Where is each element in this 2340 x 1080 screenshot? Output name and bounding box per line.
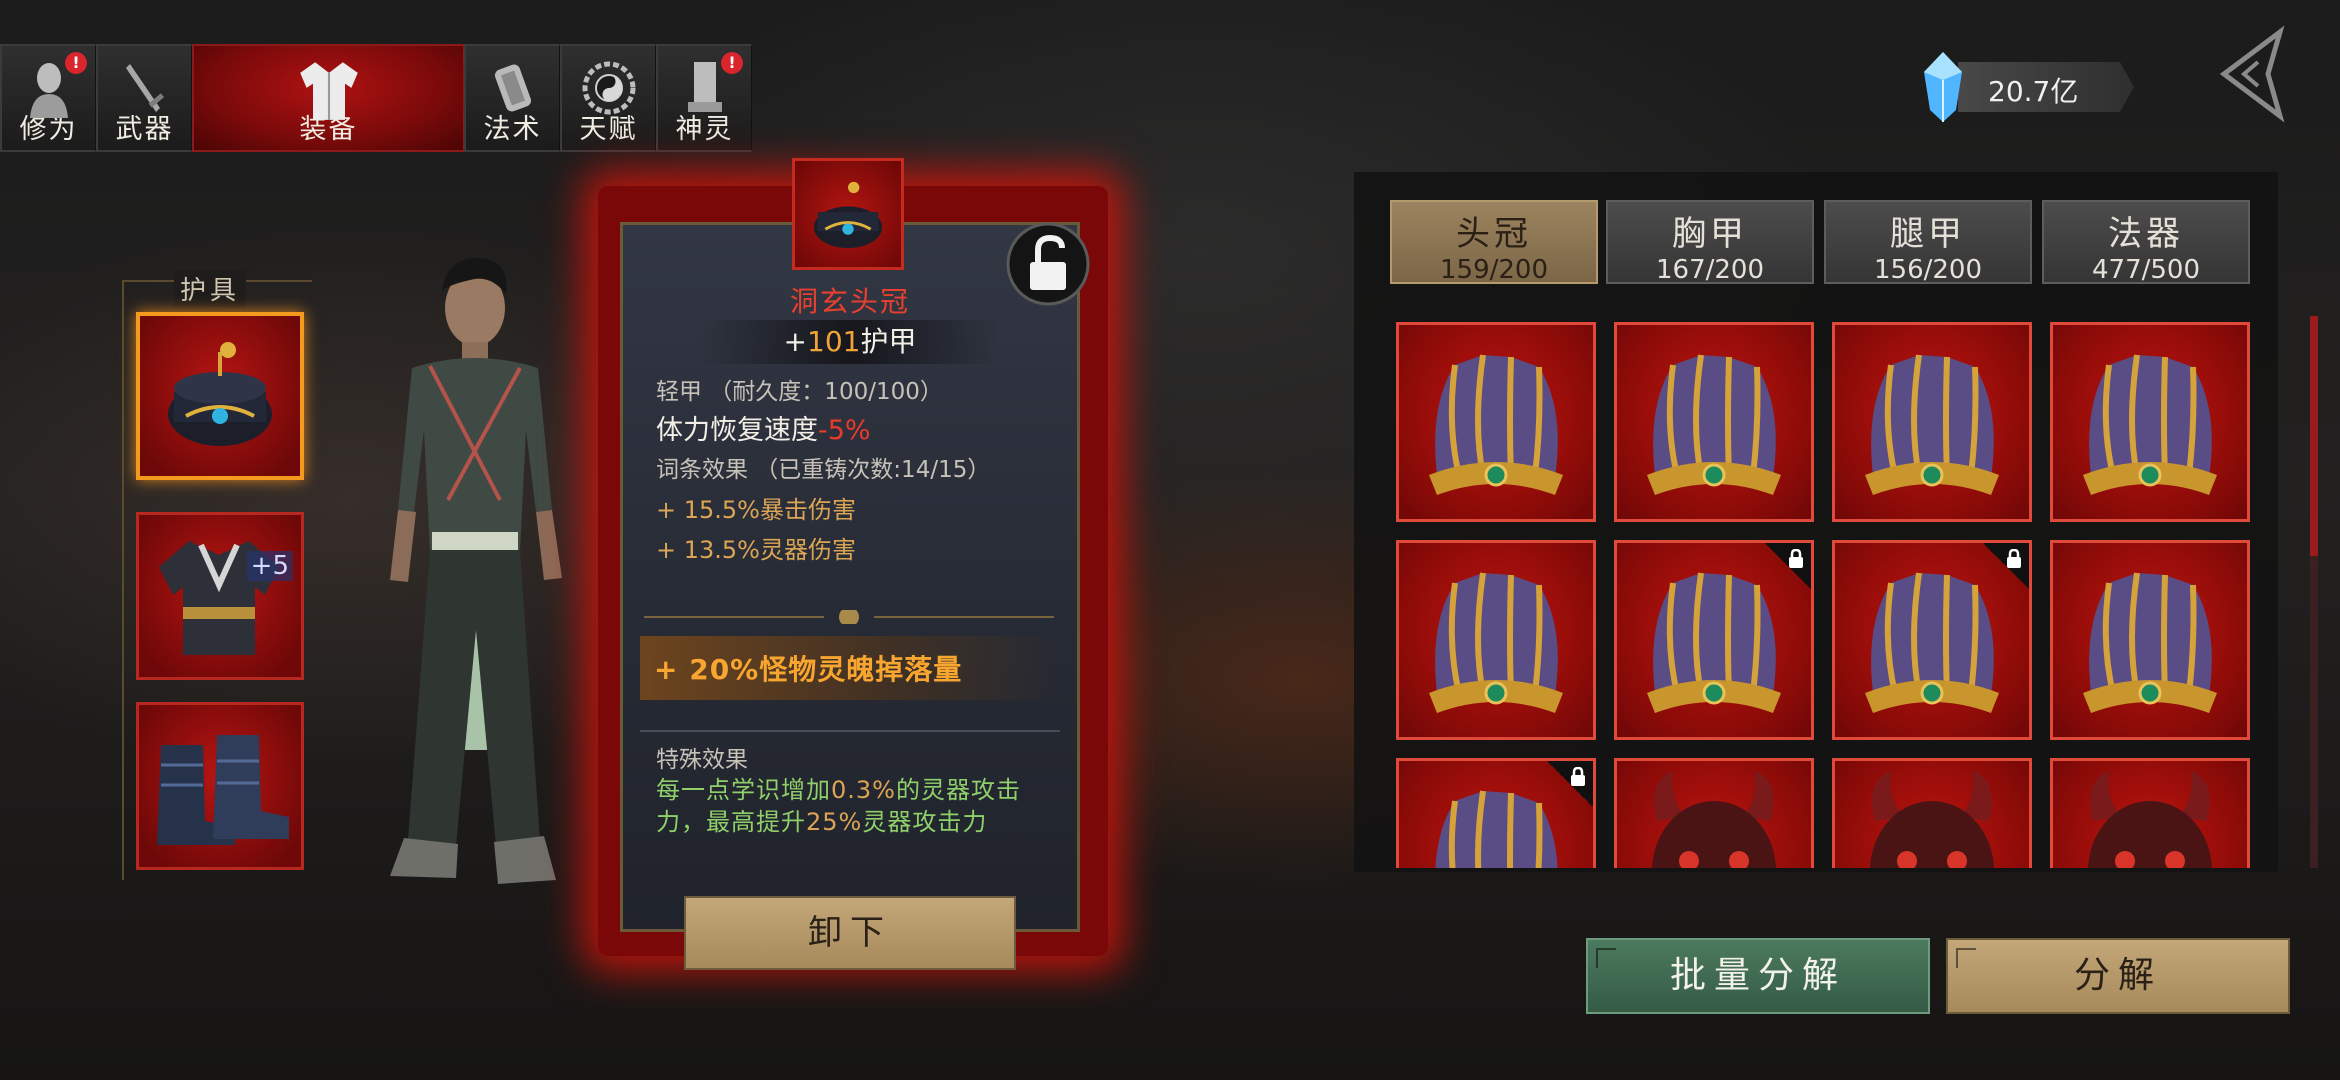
- special-text-part: 灵器攻击力: [862, 808, 988, 836]
- category-count: 159/200: [1439, 255, 1548, 285]
- category-count: 167/200: [1655, 255, 1764, 285]
- armor-section-title: 护具: [174, 270, 247, 307]
- unequip-button[interactable]: 卸下: [684, 896, 1016, 970]
- demon-mask-icon: [1652, 771, 1776, 868]
- tab-deity[interactable]: ! 神灵: [656, 44, 752, 152]
- item-card-icon: [792, 158, 904, 270]
- armor-number: 101: [807, 325, 861, 358]
- armor-suffix: 护甲: [860, 325, 917, 358]
- item-name: 洞玄头冠: [789, 285, 910, 318]
- special-header: 特殊效果: [656, 747, 748, 773]
- inventory-item[interactable]: [1832, 758, 2032, 868]
- inventory-item[interactable]: [1832, 322, 2032, 522]
- robe-icon: [299, 62, 358, 120]
- tab-legs[interactable]: 腿甲 156/200: [1824, 200, 2032, 285]
- special-text-part: 每一点学识增加: [656, 776, 831, 804]
- chest-armor-icon: [159, 541, 279, 655]
- tab-chest[interactable]: 胸甲 167/200: [1606, 200, 1814, 285]
- category-name: 头冠: [1456, 214, 1532, 254]
- special-effect-text: 每一点学识增加0.3%的灵器攻击力，最高提升25%灵器攻击力: [656, 774, 1066, 838]
- enhance-level: +5: [246, 551, 293, 581]
- bagua-icon: [582, 61, 635, 115]
- lock-icon: [1571, 767, 1585, 786]
- affix-header: 词条效果 （已重铸次数:14/15）: [656, 457, 991, 483]
- category-name: 腿甲: [1890, 214, 1966, 254]
- inventory-item[interactable]: [1396, 322, 1596, 522]
- scroll-thumb[interactable]: [2310, 316, 2318, 556]
- inventory-item[interactable]: [2050, 540, 2250, 740]
- headgear-icon: [168, 342, 272, 446]
- armor-slot-headgear[interactable]: [136, 312, 304, 480]
- crown-helmet-icon: [1429, 572, 1563, 713]
- crown-helmet-icon: [2083, 572, 2217, 713]
- player-character: [390, 257, 562, 884]
- demon-mask-icon: [2088, 771, 2212, 868]
- category-count: 156/200: [1873, 255, 1982, 285]
- affix-line: + 13.5%灵器伤害: [656, 536, 856, 564]
- armor-prefix: +: [783, 325, 807, 358]
- stamina-stat: 体力恢复速度-5%: [656, 408, 871, 447]
- lock-icon: [1789, 549, 1803, 568]
- category-name: 胸甲: [1672, 214, 1748, 254]
- headgear-icon: [813, 181, 883, 249]
- bonus-effect: + 20%怪物灵魄掉落量: [654, 653, 963, 686]
- inventory-item[interactable]: [1396, 758, 1596, 868]
- inventory-scrollbar[interactable]: [2310, 316, 2318, 868]
- inventory-item[interactable]: [1614, 758, 1814, 868]
- currency-amount: 20.7亿: [1988, 75, 2079, 108]
- crown-helmet-icon: [1865, 354, 1999, 495]
- inventory-grid: [1396, 322, 2278, 868]
- top-tab-bar: ! 修为 武器 装备 法术 天赋 ! 神灵: [0, 44, 752, 152]
- crown-helmet-icon: [2083, 354, 2217, 495]
- tab-talent[interactable]: 天赋: [560, 44, 656, 152]
- alert-badge: !: [721, 52, 743, 74]
- tab-headgear[interactable]: 头冠 159/200: [1390, 200, 1598, 285]
- alert-badge: !: [65, 52, 87, 74]
- armor-slot-chest[interactable]: +5: [136, 512, 304, 680]
- inventory-item[interactable]: [1832, 540, 2032, 740]
- crystal-gem-icon: [1924, 52, 1962, 122]
- dismantle-button[interactable]: 分解: [1946, 938, 2290, 1014]
- tab-cultivation[interactable]: ! 修为: [0, 44, 96, 152]
- tab-equipment[interactable]: 装备: [192, 44, 464, 152]
- crown-helmet-icon: [1429, 354, 1563, 495]
- demon-mask-icon: [1870, 771, 1994, 868]
- crown-helmet-icon: [1647, 354, 1781, 495]
- tab-artifact[interactable]: 法器 477/500: [2042, 200, 2250, 285]
- boots-icon: [157, 735, 289, 845]
- tab-spell[interactable]: 法术: [464, 44, 560, 152]
- armor-slot-boots[interactable]: [136, 702, 304, 870]
- category-count: 477/500: [2091, 255, 2200, 285]
- affix-line: + 15.5%暴击伤害: [656, 496, 856, 524]
- category-name: 法器: [2108, 214, 2184, 254]
- special-value: 25%: [806, 808, 863, 836]
- armor-value: +101护甲: [700, 320, 1000, 364]
- batch-dismantle-button[interactable]: 批量分解: [1586, 938, 1930, 1014]
- stamina-value: -5%: [818, 415, 871, 446]
- ornament-divider: [644, 610, 1054, 624]
- lock-icon: [2007, 549, 2021, 568]
- armor-type-durability: 轻甲 （耐久度：100/100）: [656, 379, 943, 405]
- back-arrow-icon[interactable]: [2210, 24, 2296, 124]
- inventory-item[interactable]: [1614, 540, 1814, 740]
- inventory-item[interactable]: [1614, 322, 1814, 522]
- currency-display: 20.7亿: [1918, 52, 2134, 122]
- tab-weapon[interactable]: 武器: [96, 44, 192, 152]
- section-divider: [640, 730, 1060, 732]
- inventory-item[interactable]: [1396, 540, 1596, 740]
- sword-icon: [125, 64, 164, 112]
- special-value: 0.3%: [831, 776, 896, 804]
- inventory-item[interactable]: [2050, 758, 2250, 868]
- scroll-icon: [494, 64, 531, 112]
- stamina-label: 体力恢复速度: [656, 415, 818, 446]
- inventory-item[interactable]: [2050, 322, 2250, 522]
